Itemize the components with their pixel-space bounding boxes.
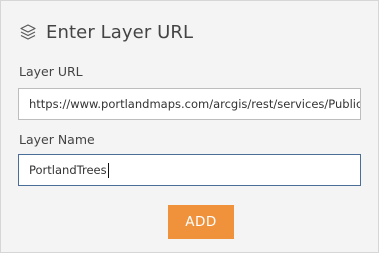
layer-name-label: Layer Name xyxy=(19,132,95,147)
layer-name-input[interactable]: PortlandTrees xyxy=(18,154,361,186)
layers-icon xyxy=(19,23,37,41)
layer-url-input[interactable]: https://www.portlandmaps.com/arcgis/rest… xyxy=(18,88,361,120)
layer-name-value: PortlandTrees xyxy=(29,163,107,177)
text-cursor xyxy=(107,162,109,178)
panel-header: Enter Layer URL xyxy=(19,19,193,45)
layer-url-value: https://www.portlandmaps.com/arcgis/rest… xyxy=(29,97,361,111)
page-title: Enter Layer URL xyxy=(46,21,194,43)
layer-url-label: Layer URL xyxy=(19,64,83,79)
add-button[interactable]: ADD xyxy=(168,205,234,239)
enter-layer-url-panel: Enter Layer URL Layer URL https://www.po… xyxy=(0,0,379,253)
